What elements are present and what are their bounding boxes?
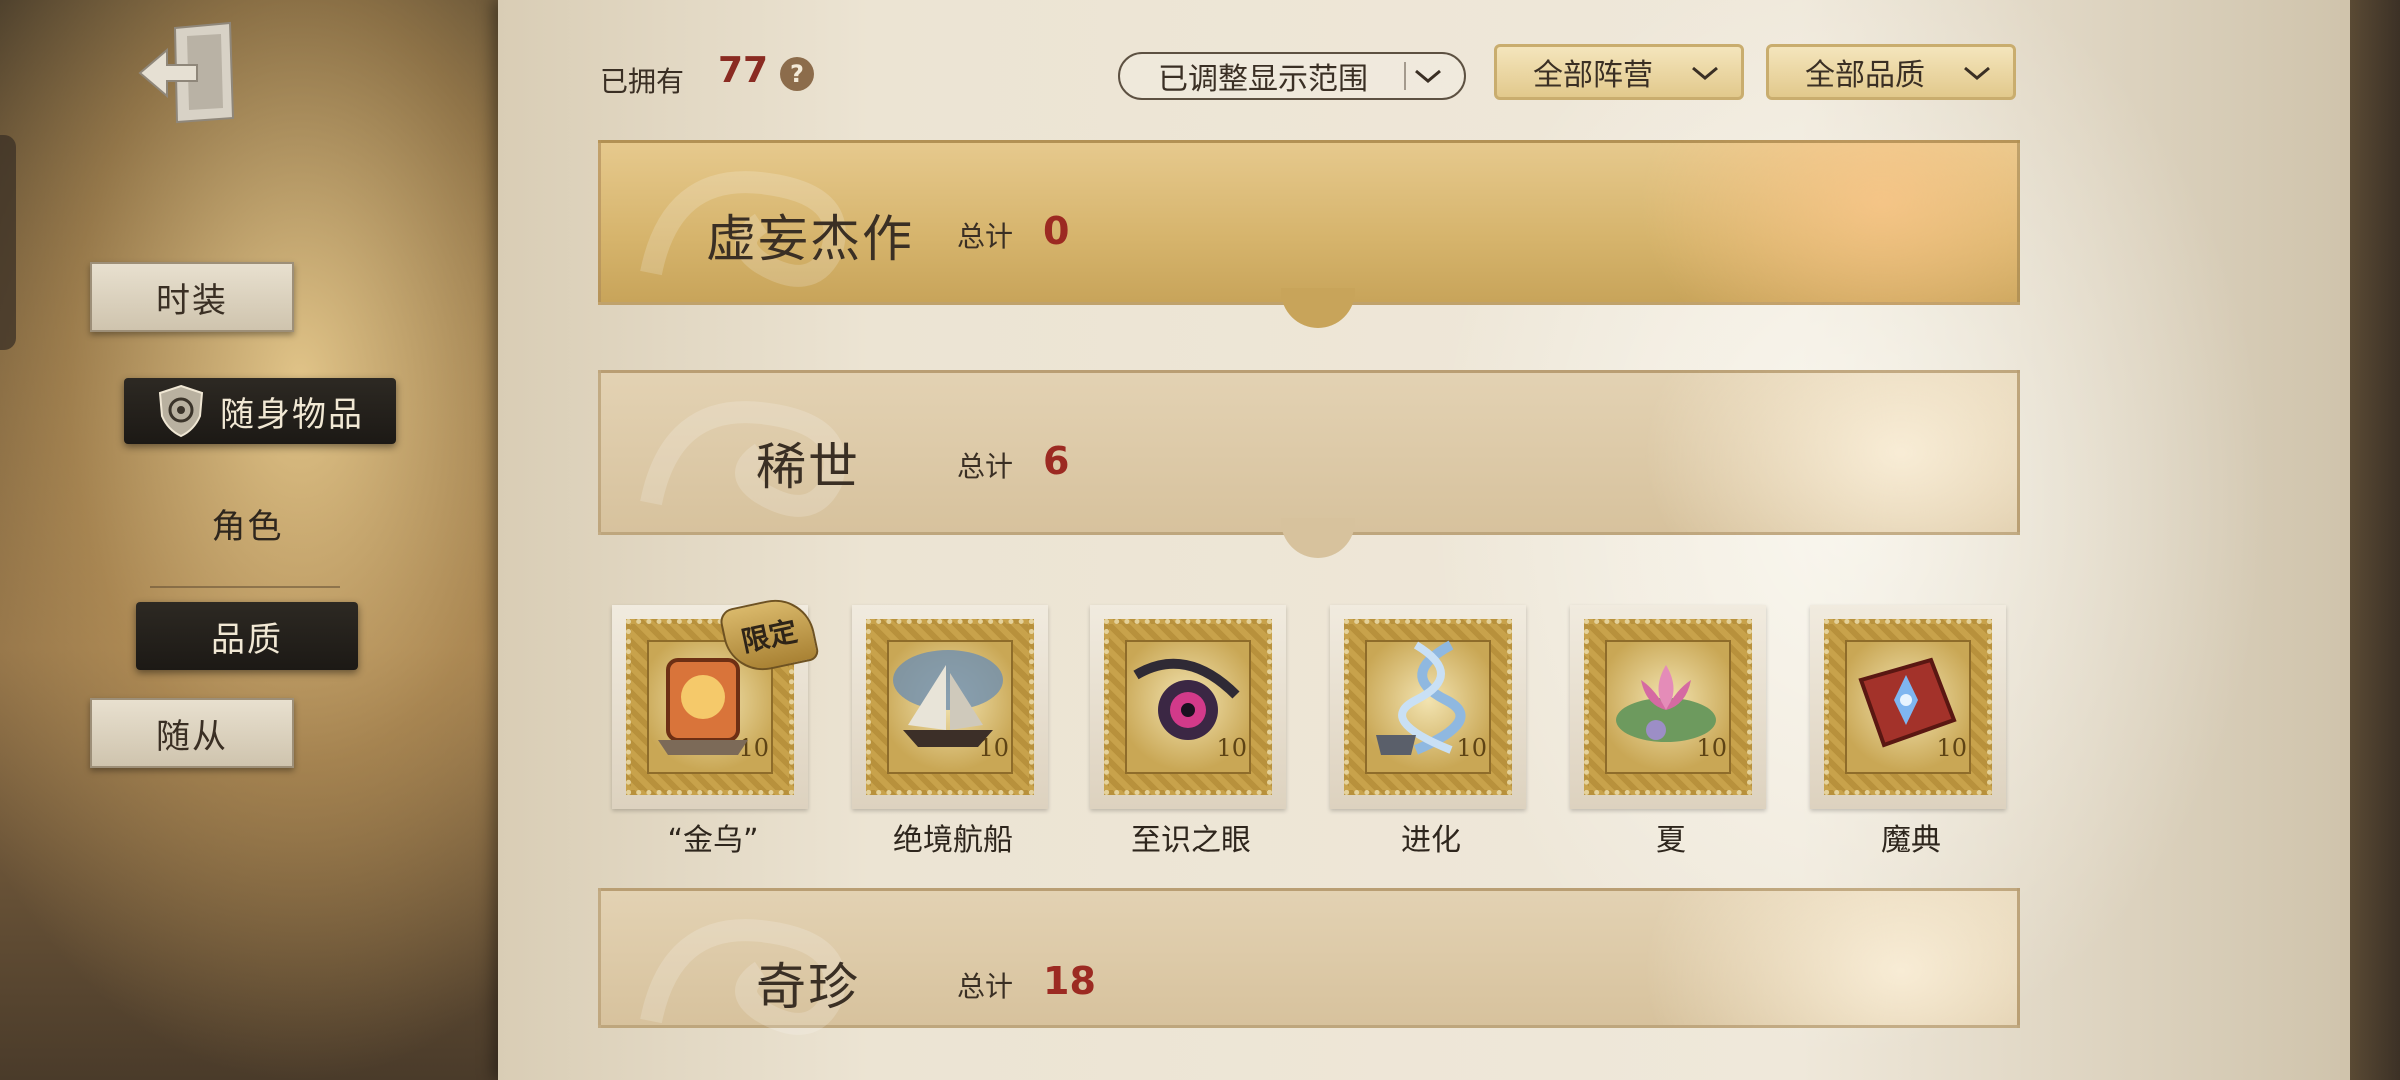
category-banner-masterpiece[interactable]: 虚妄杰作 总计 0	[598, 140, 2020, 328]
dropdown-label: 全部阵营	[1533, 58, 1653, 93]
exit-icon[interactable]	[135, 18, 240, 128]
item-card-eye-of-knowledge[interactable]: 10 至识之眼	[1090, 605, 1292, 859]
chevron-down-icon	[1404, 62, 1450, 90]
category-total-value: 0	[1043, 209, 1070, 253]
ship-icon	[893, 650, 1003, 747]
item-name: 进化	[1401, 823, 1461, 858]
item-name: 绝境航船	[893, 823, 1013, 858]
item-name: 夏	[1656, 823, 1686, 858]
chevron-down-icon	[1955, 59, 1999, 87]
edge-tab[interactable]	[0, 135, 16, 350]
dropdown-label: 全部品质	[1805, 58, 1925, 93]
item-frame: 10	[852, 605, 1048, 809]
sidebar-item-quality[interactable]: 品质	[136, 602, 358, 670]
eye-icon	[1133, 658, 1240, 740]
sidebar-item-label: 角色	[211, 506, 284, 547]
chevron-down-icon	[1683, 59, 1727, 87]
sidebar-item-character[interactable]: 角色	[160, 495, 335, 551]
category-title: 奇珍	[756, 958, 860, 1016]
item-card-summer[interactable]: 10 夏	[1570, 605, 1772, 859]
category-banner-rare[interactable]: 稀世 总计 6	[598, 370, 2020, 558]
quality-filter-dropdown[interactable]: 全部品质	[1766, 44, 2016, 100]
category-total-value: 18	[1043, 959, 1096, 1003]
item-card-evolution[interactable]: 10 进化	[1330, 605, 1532, 859]
category-total-label: 总计	[957, 970, 1014, 1003]
help-icon[interactable]: ?	[780, 57, 814, 91]
item-card-golden-crow[interactable]: 10 限定 “金乌”	[612, 592, 821, 859]
display-range-dropdown[interactable]: 已调整显示范围	[1118, 52, 1466, 100]
item-frame: 10 限定	[612, 592, 821, 809]
item-frame: 10	[1810, 605, 2006, 809]
item-name: “金乌”	[667, 823, 759, 858]
badge-label: 限定	[738, 614, 801, 659]
category-title: 稀世	[756, 438, 860, 496]
sidebar-item-accessories[interactable]: 随身物品	[124, 378, 396, 444]
sidebar-item-label: 随身物品	[220, 394, 364, 435]
faction-filter-dropdown[interactable]: 全部阵营	[1494, 44, 1744, 100]
owned-count: 77	[718, 50, 769, 91]
sidebar-item-label: 时装	[156, 280, 228, 321]
item-name: 魔典	[1881, 823, 1941, 858]
owned-label: 已拥有	[600, 65, 685, 98]
item-frame: 10	[1330, 605, 1526, 809]
background-edge	[2350, 0, 2400, 1080]
help-symbol: ?	[790, 60, 804, 88]
sidebar-item-label: 随从	[156, 716, 228, 757]
item-frame: 10	[1090, 605, 1286, 809]
item-name: 至识之眼	[1131, 823, 1251, 858]
spellbook-icon	[1858, 657, 1957, 748]
lotus-icon	[1616, 665, 1716, 742]
category-total-label: 总计	[957, 450, 1014, 483]
shield-icon	[158, 384, 204, 438]
item-card-desperate-ship[interactable]: 10 绝境航船	[852, 605, 1054, 859]
item-frame: 10	[1570, 605, 1766, 809]
sidebar-item-follower[interactable]: 随从	[90, 698, 294, 768]
category-total-value: 6	[1043, 439, 1070, 483]
category-banner-treasure[interactable]: 奇珍 总计 18	[598, 888, 2020, 1035]
category-total-label: 总计	[957, 220, 1014, 253]
sidebar-item-label: 品质	[211, 619, 283, 660]
category-title: 虚妄杰作	[706, 210, 914, 268]
item-card-grimoire[interactable]: 10 魔典	[1810, 605, 2012, 859]
sidebar-item-costume[interactable]: 时装	[90, 262, 294, 332]
sidebar-divider	[150, 586, 340, 588]
dna-helix-icon	[1376, 640, 1466, 755]
dropdown-label: 已调整显示范围	[1158, 62, 1368, 97]
